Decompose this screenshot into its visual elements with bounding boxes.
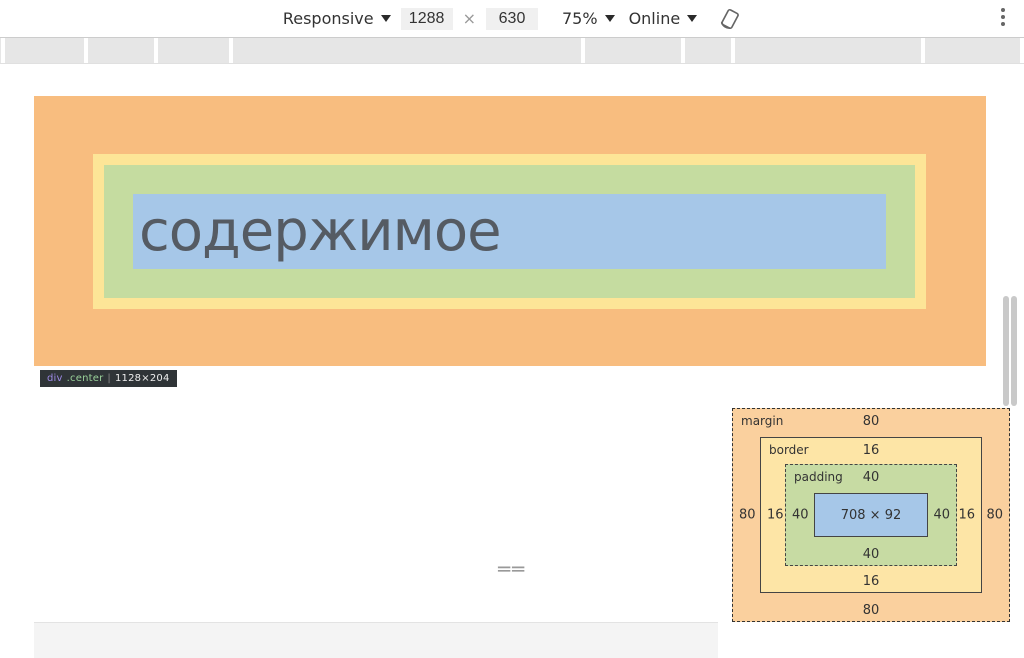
border-top-val[interactable]: 16	[863, 443, 880, 458]
tooltip-sep: |	[107, 373, 111, 384]
margin-label: margin	[741, 414, 783, 428]
margin-right-val[interactable]: 80	[986, 508, 1003, 523]
margin-top-val[interactable]: 80	[863, 414, 880, 429]
border-right-val[interactable]: 16	[958, 508, 975, 523]
devtools-toolbar: Responsive × 75% Online	[0, 0, 1024, 38]
border-left-val[interactable]: 16	[767, 508, 784, 523]
margin-left-val[interactable]: 80	[739, 508, 756, 523]
padding-label: padding	[794, 470, 843, 484]
page-content-text: содержимое	[139, 199, 501, 264]
tooltip-tag: div	[47, 373, 63, 384]
box-model-margin[interactable]: margin 80 80 80 80 border 16 16 16 16 pa…	[732, 408, 1010, 622]
tooltip-class: .center	[67, 373, 104, 384]
highlight-content-overlay: содержимое	[133, 194, 886, 269]
highlight-border-overlay: содержимое	[93, 154, 926, 309]
border-label: border	[769, 443, 809, 457]
highlight-padding-overlay: содержимое	[104, 165, 915, 298]
rotate-icon[interactable]	[719, 8, 741, 30]
highlight-margin-overlay: содержимое	[34, 96, 986, 366]
device-viewport-container: содержимое div .center | 1128×204 ══ marg…	[0, 64, 1024, 634]
toolbar-controls: Responsive × 75% Online	[283, 8, 741, 30]
box-model-panel[interactable]: margin 80 80 80 80 border 16 16 16 16 pa…	[732, 408, 1010, 622]
zoom-dropdown[interactable]: 75%	[562, 9, 615, 28]
height-input[interactable]	[486, 8, 538, 30]
box-model-border[interactable]: border 16 16 16 16 padding 40 40 40 40 7…	[760, 437, 982, 593]
more-options-icon[interactable]	[1000, 7, 1006, 31]
margin-bottom-val[interactable]: 80	[863, 603, 880, 618]
border-bottom-val[interactable]: 16	[863, 574, 880, 589]
box-model-padding[interactable]: padding 40 40 40 40 708 × 92	[785, 464, 957, 566]
padding-left-val[interactable]: 40	[792, 508, 809, 523]
padding-bottom-val[interactable]: 40	[863, 547, 880, 562]
console-drawer-handle-area[interactable]	[34, 622, 718, 658]
tooltip-dims: 1128×204	[115, 373, 170, 384]
padding-right-val[interactable]: 40	[933, 508, 950, 523]
device-dropdown[interactable]: Responsive	[283, 9, 391, 28]
content-dims: 708 × 92	[841, 508, 902, 523]
viewport-scrollbar[interactable]	[996, 296, 1020, 364]
drawer-resize-handle-icon[interactable]: ══	[495, 557, 529, 581]
throttling-dropdown[interactable]: Online	[629, 9, 698, 28]
box-model-content[interactable]: 708 × 92	[814, 493, 928, 537]
element-tooltip: div .center | 1128×204	[40, 370, 177, 387]
padding-top-val[interactable]: 40	[863, 470, 880, 485]
width-input[interactable]	[401, 8, 453, 30]
device-viewport[interactable]: содержимое div .center | 1128×204	[34, 96, 986, 423]
dimension-separator: ×	[463, 9, 476, 28]
responsive-width-ruler[interactable]	[0, 38, 1024, 64]
